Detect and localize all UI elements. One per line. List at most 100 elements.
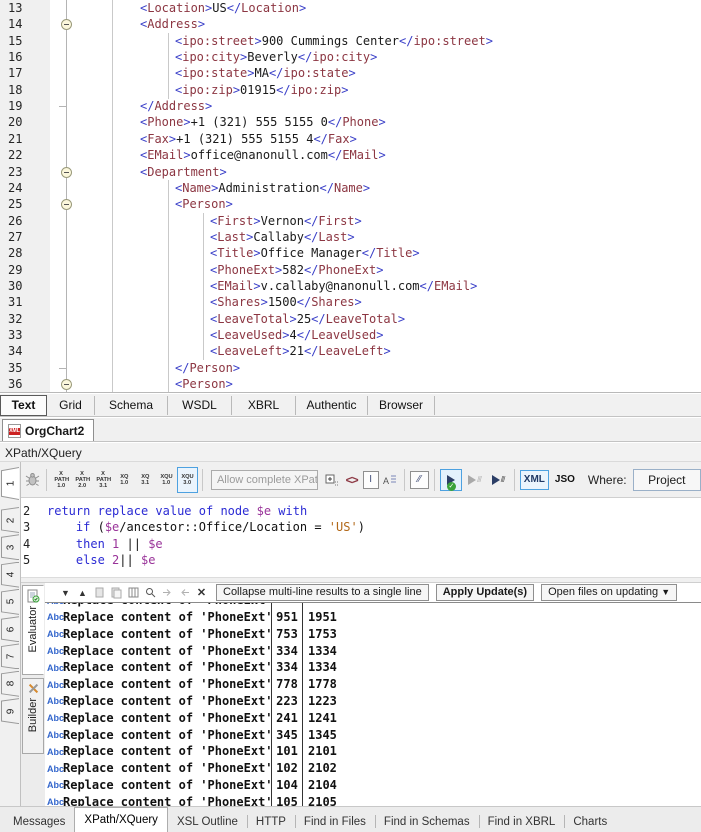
xml-line[interactable]: 19</Address> <box>0 98 701 114</box>
view-tab-authentic[interactable]: Authentic <box>296 396 368 415</box>
output-tab-xsl-outline[interactable]: XSL Outline <box>168 811 247 832</box>
view-tab-grid[interactable]: Grid <box>47 396 95 415</box>
text-cursor-icon[interactable]: I <box>363 471 379 489</box>
xml-line[interactable]: 23<Department> <box>0 164 701 180</box>
xml-text-view[interactable]: 13<Location>US</Location>14<Address>15<i… <box>0 0 701 393</box>
goto-file-icon[interactable] <box>160 585 175 600</box>
copy-result-icon[interactable] <box>92 585 107 600</box>
xml-line[interactable]: 24<Name>Administration</Name> <box>0 180 701 196</box>
goto-node-icon[interactable] <box>177 585 192 600</box>
result-row[interactable]: AbcReplace content of 'PhoneExt'3451345 <box>45 727 701 744</box>
view-tab-browser[interactable]: Browser <box>368 396 435 415</box>
xpath-version-button-x-path-2.0[interactable]: XPATH2.0 <box>72 467 93 493</box>
result-row[interactable]: AbcReplace content of 'PhoneExt'1052105 <box>45 794 701 806</box>
xml-mode-toggle[interactable]: XML <box>520 470 549 490</box>
tab-orgchart2[interactable]: XML OrgChart2 <box>2 419 94 441</box>
output-tab-charts[interactable]: Charts <box>564 811 616 832</box>
fold-collapse-icon[interactable] <box>61 199 72 210</box>
xml-line[interactable]: 28<Title>Office Manager</Title> <box>0 245 701 261</box>
text-list-icon[interactable]: A <box>381 469 399 491</box>
debug-bug-icon[interactable] <box>23 469 41 491</box>
xml-line[interactable]: 37<First>Frank</First> <box>0 392 701 393</box>
next-result-icon[interactable]: ▼ <box>58 585 73 600</box>
query-line[interactable]: 4 then 1 || $e <box>21 536 701 552</box>
open-files-dropdown-button[interactable]: Open files on updating ▼ <box>541 584 677 601</box>
view-tab-wsdl[interactable]: WSDL <box>168 396 232 415</box>
query-tab-9[interactable]: 9 <box>1 698 19 724</box>
xpath-version-button-xq-3.1[interactable]: XQ3.1 <box>135 467 156 493</box>
xml-line[interactable]: 22<EMail>office@nanonull.com</EMail> <box>0 147 701 163</box>
tab-builder[interactable]: Builder <box>22 678 44 754</box>
xml-line[interactable]: 20<Phone>+1 (321) 555 5155 0</Phone> <box>0 114 701 130</box>
xml-line[interactable]: 33<LeaveUsed>4</LeaveUsed> <box>0 327 701 343</box>
output-tab-messages[interactable]: Messages <box>4 811 74 832</box>
query-tab-8[interactable]: 8 <box>1 671 19 697</box>
xml-line[interactable]: 31<Shares>1500</Shares> <box>0 294 701 310</box>
result-row[interactable]: AbcReplace content of 'PhoneExt'3341334 <box>45 659 701 676</box>
copy-all-results-icon[interactable] <box>109 585 124 600</box>
result-row[interactable]: AbcReplace content of 'PhoneExt'3341334 <box>45 643 701 660</box>
tab-evaluator[interactable]: Evaluator <box>22 585 44 675</box>
result-row[interactable]: AbcReplace content of 'PhoneExt'1042104 <box>45 777 701 794</box>
xml-line[interactable]: 13<Location>US</Location> <box>0 0 701 16</box>
query-line[interactable]: 5 else 2|| $e <box>21 552 701 568</box>
result-row[interactable]: AbcReplace content of 'PhoneExt'2231223 <box>45 693 701 710</box>
result-row[interactable]: AbcReplace content of 'PhoneExt'7531753 <box>45 626 701 643</box>
collapse-results-button[interactable]: Collapse multi-line results to a single … <box>216 584 429 601</box>
query-tab-4[interactable]: 4 <box>1 562 19 588</box>
query-tab-1[interactable]: 1 <box>1 467 19 500</box>
xml-line[interactable]: 34<LeaveLeft>21</LeaveLeft> <box>0 343 701 359</box>
fold-collapse-icon[interactable] <box>61 19 72 30</box>
xpath-mode-dropdown[interactable]: Allow complete XPath ▾ <box>211 470 318 490</box>
view-tab-text[interactable]: Text <box>0 395 47 416</box>
result-row[interactable]: AbcReplace content of 'PhoneExt'7781778 <box>45 676 701 693</box>
output-tab-xpath-xquery[interactable]: XPath/XQuery <box>74 807 168 832</box>
copy-table-icon[interactable] <box>126 585 141 600</box>
xpath-version-button-xq-1.0[interactable]: XQ1.0 <box>114 467 135 493</box>
query-tab-3[interactable]: 3 <box>1 534 19 560</box>
fold-collapse-icon[interactable] <box>61 379 72 390</box>
xpath-version-button-x-path-3.1[interactable]: XPATH3.1 <box>93 467 114 493</box>
xml-line[interactable]: 16<ipo:city>Beverly</ipo:city> <box>0 49 701 65</box>
xml-line[interactable]: 30<EMail>v.callaby@nanonull.com</EMail> <box>0 278 701 294</box>
query-tab-7[interactable]: 7 <box>1 643 19 669</box>
json-mode-toggle[interactable]: JSO <box>551 470 579 490</box>
view-tab-schema[interactable]: Schema <box>95 396 168 415</box>
previous-result-icon[interactable]: ▲ <box>75 585 90 600</box>
xml-line[interactable]: 25<Person> <box>0 196 701 212</box>
output-tab-http[interactable]: HTTP <box>247 811 295 832</box>
xpath-version-button-xqu-3.0[interactable]: XQU3.0 <box>177 467 198 493</box>
xml-line[interactable]: 15<ipo:street>900 Cummings Center</ipo:s… <box>0 33 701 49</box>
query-tab-5[interactable]: 5 <box>1 589 19 615</box>
xml-line[interactable]: 29<PhoneExt>582</PhoneExt> <box>0 262 701 278</box>
xquery-expression-editor[interactable]: 2return replace value of node $e with3 i… <box>21 498 701 577</box>
xml-line[interactable]: 14<Address> <box>0 16 701 32</box>
output-tab-find-in-files[interactable]: Find in Files <box>295 811 375 832</box>
xml-line[interactable]: 32<LeaveTotal>25</LeaveTotal> <box>0 311 701 327</box>
clear-results-icon[interactable]: ✕ <box>194 585 209 600</box>
xml-line[interactable]: 21<Fax>+1 (321) 555 5155 4</Fax> <box>0 131 701 147</box>
query-line[interactable]: 3 if ($e/ancestor::Office/Location = 'US… <box>21 519 701 535</box>
debug-evaluation-button[interactable]: /// <box>464 469 486 491</box>
result-row[interactable]: AbcReplace content of 'PhoneExt'2411241 <box>45 710 701 727</box>
xpath-version-button-xqu-1.0[interactable]: XQU1.0 <box>156 467 177 493</box>
query-tab-6[interactable]: 6 <box>1 616 19 642</box>
scope-project-button[interactable]: Project <box>633 469 701 491</box>
output-tab-find-in-schemas[interactable]: Find in Schemas <box>375 811 479 832</box>
run-evaluation-button[interactable]: /// <box>487 469 509 491</box>
xml-line[interactable]: 17<ipo:state>MA</ipo:state> <box>0 65 701 81</box>
comment-toggle-icon[interactable]: ⁄⁄ <box>410 471 430 489</box>
result-row[interactable]: AbcReplace content of 'PhoneExt'1022102 <box>45 760 701 777</box>
result-row[interactable]: AbcReplace content of 'PhoneExt'1012101 <box>45 743 701 760</box>
fold-collapse-icon[interactable] <box>61 167 72 178</box>
output-tab-find-in-xbrl[interactable]: Find in XBRL <box>479 811 565 832</box>
xml-line[interactable]: 26<First>Vernon</First> <box>0 213 701 229</box>
evaluate-on-typing-button[interactable]: ✓ <box>440 469 462 491</box>
result-row[interactable]: AbcReplace content of 'PhoneExt'9511951 <box>45 609 701 626</box>
xml-line[interactable]: 27<Last>Callaby</Last> <box>0 229 701 245</box>
magnifier-icon[interactable] <box>143 585 158 600</box>
query-line[interactable]: 2return replace value of node $e with <box>21 503 701 519</box>
query-tab-2[interactable]: 2 <box>1 507 19 533</box>
xml-line[interactable]: 36<Person> <box>0 376 701 392</box>
view-tab-xbrl[interactable]: XBRL <box>232 396 296 415</box>
